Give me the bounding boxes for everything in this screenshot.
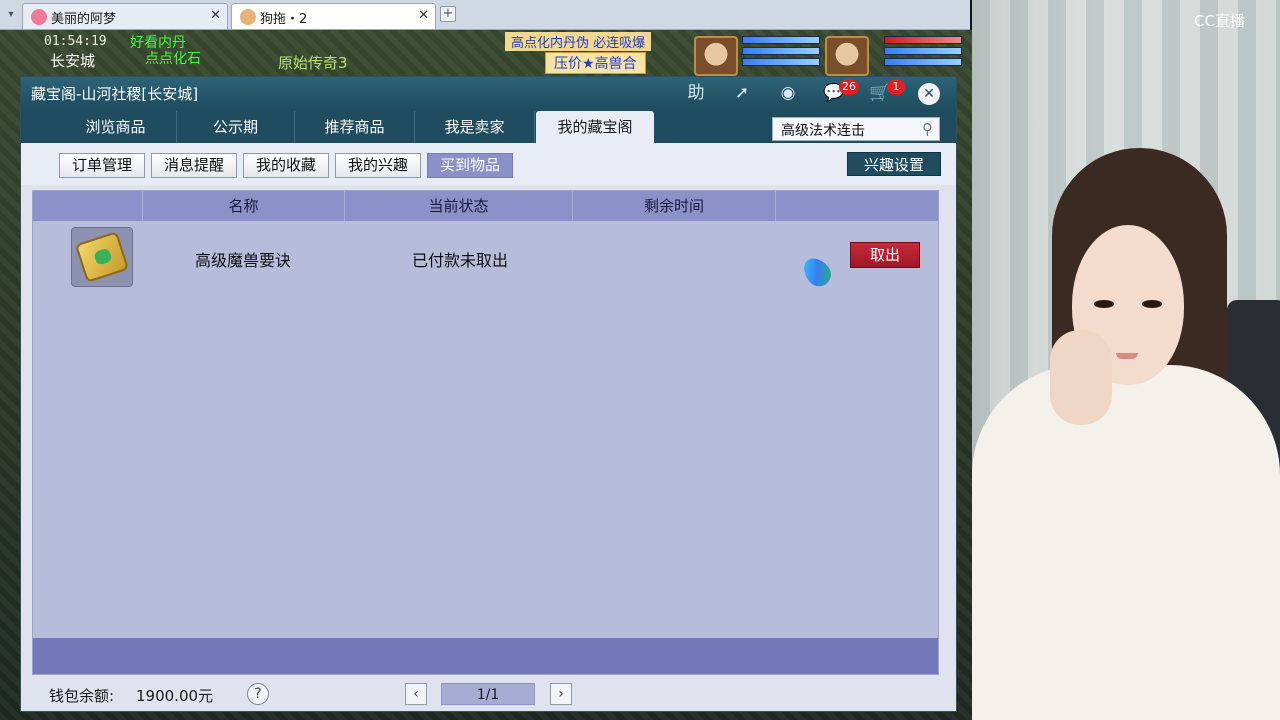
subtab-purchased-items[interactable]: 买到物品 [427, 153, 513, 178]
search-icon[interactable]: ⚲ [922, 120, 933, 138]
mouse-cursor-icon [798, 252, 836, 292]
next-page-icon[interactable]: › [550, 683, 572, 705]
window-title: 藏宝阁-山河社稷[长安城] [31, 85, 199, 103]
subtab-my-favorites[interactable]: 我的收藏 [243, 153, 329, 178]
browser-tab-bar: ▾ 美丽的阿梦 ✕ 狗拖・2 ✕ + [0, 0, 970, 30]
item-status: 已付款未取出 [411, 251, 508, 270]
screen: ▾ 美丽的阿梦 ✕ 狗拖・2 ✕ + 01:54:19 长安城 好看内丹 点点化… [0, 0, 1280, 720]
purchased-items-table: 名称 当前状态 剩余时间 高级魔兽要诀 已付款未取出 取出 [32, 190, 939, 675]
main-nav: 浏览商品 公示期 推荐商品 我是卖家 我的藏宝阁 高级法术连击 ⚲ [21, 109, 956, 143]
game-clock: 01:54:19 [44, 34, 107, 49]
interest-settings-button[interactable]: 兴趣设置 [847, 152, 941, 176]
close-window-icon[interactable]: ✕ [918, 83, 940, 105]
window-title-bar: 藏宝阁-山河社稷[长安城] 助 ➚ ◉ 💬 26 🛒 1 ✕ [21, 77, 956, 109]
share-icon[interactable]: ➚ [729, 81, 755, 105]
cc-live-logo: CC直播 [1194, 12, 1245, 30]
help-icon[interactable]: ? [247, 683, 269, 705]
table-header-icon-column [33, 191, 143, 221]
previous-page-icon[interactable]: ‹ [405, 683, 427, 705]
table-header-action-column [776, 191, 940, 221]
stall-banner: 高点化内丹伪 必连吸爆 [505, 32, 652, 51]
table-footer-bar [33, 638, 938, 674]
pet-status-bars [742, 36, 820, 76]
search-input[interactable]: 高级法术连击 ⚲ [772, 117, 940, 141]
player-shop-text: 点点化石 [145, 51, 201, 67]
tab-favicon-icon [240, 9, 256, 25]
page-indicator: 1/1 [441, 683, 535, 705]
close-tab-icon[interactable]: ✕ [418, 8, 429, 23]
wallet-balance-label: 钱包余额: [49, 687, 115, 705]
browser-tab-1[interactable]: 美丽的阿梦 ✕ [22, 3, 228, 29]
subtab-my-interests[interactable]: 我的兴趣 [335, 153, 421, 178]
tab-public-period[interactable]: 公示期 [177, 111, 295, 143]
cart-count-badge: 1 [887, 79, 905, 95]
wallet-balance-value: 1900.00元 [136, 687, 214, 705]
take-out-button[interactable]: 取出 [850, 242, 920, 268]
window-footer: 钱包余额: 1900.00元 ? ‹ 1/1 › [21, 675, 956, 713]
close-tab-icon[interactable]: ✕ [210, 8, 221, 23]
tab-my-pavilion[interactable]: 我的藏宝阁 [536, 111, 654, 143]
player-portrait-icon[interactable] [825, 36, 869, 76]
messages-count-badge: 26 [839, 79, 859, 95]
subtab-order-management[interactable]: 订单管理 [59, 153, 145, 178]
map-name: 原始传奇3 [278, 54, 348, 72]
browser-tab-title: 美丽的阿梦 [51, 12, 117, 27]
sub-nav: 订单管理 消息提醒 我的收藏 我的兴趣 买到物品 兴趣设置 [21, 143, 956, 185]
webcam-feed: CC直播 [972, 0, 1280, 720]
new-tab-icon[interactable]: + [440, 6, 456, 22]
current-city: 长安城 [50, 52, 96, 70]
table-header-name: 名称 [143, 191, 345, 221]
tab-seller[interactable]: 我是卖家 [415, 111, 535, 143]
tab-favicon-icon [31, 9, 47, 25]
subtab-message-alerts[interactable]: 消息提醒 [151, 153, 237, 178]
table-header-remaining-time: 剩余时间 [573, 191, 776, 221]
stall-banner: 压价★高兽合 [545, 52, 646, 74]
search-input-value: 高级法术连击 [781, 123, 865, 139]
streamer-sweater [972, 365, 1280, 720]
tab-recommended[interactable]: 推荐商品 [295, 111, 415, 143]
table-header: 名称 当前状态 剩余时间 [33, 191, 938, 221]
skill-book-icon[interactable] [71, 227, 133, 287]
browser-tab-title: 狗拖・2 [260, 12, 308, 27]
treasure-pavilion-window: 藏宝阁-山河社稷[长安城] 助 ➚ ◉ 💬 26 🛒 1 ✕ 浏览商品 公示期 … [20, 76, 957, 712]
pet-portrait-icon[interactable] [694, 36, 738, 76]
stop-icon[interactable]: ◉ [775, 81, 801, 105]
streamer-hand [1050, 330, 1112, 425]
helper-button[interactable]: 助 [683, 81, 709, 105]
messages-icon[interactable]: 💬 26 [821, 79, 859, 105]
player-status-bars [884, 36, 962, 76]
table-header-status: 当前状态 [345, 191, 573, 221]
tab-browse[interactable]: 浏览商品 [55, 111, 177, 143]
cart-icon[interactable]: 🛒 1 [867, 79, 905, 105]
item-name: 高级魔兽要诀 [194, 251, 291, 270]
tab-list-dropdown-icon[interactable]: ▾ [4, 6, 18, 24]
browser-tab-2[interactable]: 狗拖・2 ✕ [231, 3, 436, 29]
